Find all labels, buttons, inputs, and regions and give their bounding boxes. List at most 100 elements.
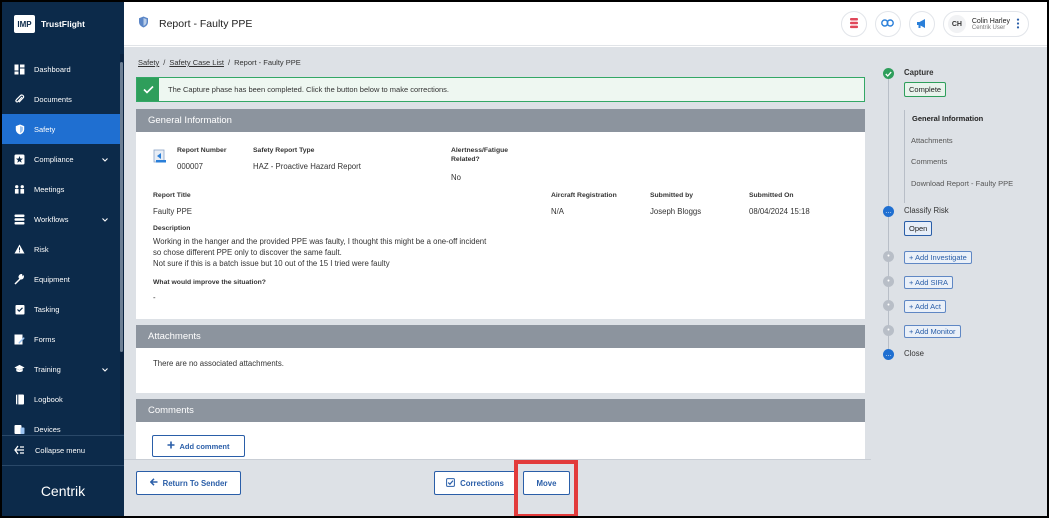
compliance-icon bbox=[14, 154, 25, 165]
step-classify-risk[interactable]: Classify Risk bbox=[904, 206, 949, 215]
reports-button[interactable] bbox=[840, 11, 867, 37]
description-value: Working in the hanger and the provided P… bbox=[153, 236, 573, 269]
improve-value: - bbox=[153, 293, 156, 302]
add-sira-button[interactable]: + Add SIRA bbox=[904, 276, 953, 289]
report-number-label: Report Number bbox=[177, 147, 227, 154]
description-line: Working in the hanger and the provided P… bbox=[153, 237, 487, 246]
sidebar-item-workflows[interactable]: Workflows bbox=[2, 204, 120, 234]
return-to-sender-button[interactable]: Return To Sender bbox=[136, 471, 241, 495]
avatar: CH bbox=[947, 15, 966, 33]
ellipsis-icon: … bbox=[883, 349, 894, 360]
shield-icon bbox=[138, 16, 149, 31]
chevron-down-icon bbox=[102, 365, 108, 374]
stack-icon bbox=[849, 17, 859, 31]
general-information-panel: General Information Report Number 000007… bbox=[136, 109, 865, 319]
announcements-button[interactable] bbox=[908, 11, 935, 37]
sidebar-scrollbar[interactable] bbox=[120, 62, 123, 352]
sidebar-item-training[interactable]: Training bbox=[2, 354, 120, 384]
stepper-line bbox=[888, 77, 889, 357]
corrections-button[interactable]: Corrections bbox=[434, 471, 516, 495]
edit-check-icon bbox=[446, 477, 456, 489]
success-alert: The Capture phase has been completed. Cl… bbox=[136, 77, 865, 102]
dashboard-icon bbox=[14, 64, 25, 75]
capture-sub-download-report[interactable]: Download Report - Faulty PPE bbox=[911, 179, 1013, 188]
brand-name: TrustFlight bbox=[41, 19, 85, 29]
check-icon bbox=[883, 68, 894, 79]
centrik-logo: Centrik bbox=[2, 465, 124, 516]
capture-sub-attachments[interactable]: Attachments bbox=[911, 136, 953, 145]
user-name: Colin Harley bbox=[971, 17, 1010, 25]
add-act-button[interactable]: + Add Act bbox=[904, 300, 946, 313]
alert-message: The Capture phase has been completed. Cl… bbox=[168, 85, 449, 94]
collapse-arrow-icon bbox=[14, 445, 25, 457]
sidebar-item-safety[interactable]: Safety bbox=[2, 114, 120, 144]
report-content[interactable]: General Information Report Number 000007… bbox=[136, 109, 865, 467]
sidebar: IMP TrustFlight Dashboard Documents Safety… bbox=[2, 2, 124, 516]
check-icon bbox=[137, 78, 159, 101]
sidebar-item-meetings[interactable]: Meetings bbox=[2, 174, 120, 204]
sidebar-item-compliance[interactable]: Compliance bbox=[2, 144, 120, 174]
return-to-sender-label: Return To Sender bbox=[162, 478, 228, 488]
top-header: Report - Faulty PPE CH Colin Harley Cent… bbox=[124, 2, 1047, 46]
capture-sub-comments[interactable]: Comments bbox=[911, 157, 947, 166]
brand-logo: IMP bbox=[14, 15, 35, 33]
sidebar-item-tasking[interactable]: Tasking bbox=[2, 294, 120, 324]
breadcrumb: Safety / Safety Case List / Report - Fau… bbox=[138, 58, 301, 67]
add-comment-label: Add comment bbox=[179, 441, 230, 451]
sidebar-item-forms[interactable]: Forms bbox=[2, 324, 120, 354]
add-investigate-button[interactable]: + Add Investigate bbox=[904, 251, 972, 264]
alertness-label-line-1: Alertness/Fatigue bbox=[451, 147, 509, 154]
sidebar-item-label: Dashboard bbox=[34, 64, 71, 74]
sidebar-item-label: Meetings bbox=[34, 184, 65, 194]
breadcrumb-safety-case-list[interactable]: Safety Case List bbox=[169, 58, 224, 67]
devices-icon bbox=[14, 424, 25, 435]
action-footer: Return To Sender Corrections Move bbox=[124, 459, 871, 516]
workflows-icon bbox=[14, 214, 25, 225]
sidebar-item-dashboard[interactable]: Dashboard bbox=[2, 54, 120, 84]
step-close[interactable]: Close bbox=[904, 349, 924, 358]
user-role: Centrik User bbox=[971, 24, 1006, 31]
alertness-value: No bbox=[451, 173, 461, 182]
stepper-subline bbox=[904, 110, 905, 203]
forms-icon bbox=[14, 334, 25, 345]
sidebar-item-documents[interactable]: Documents bbox=[2, 84, 120, 114]
sidebar-item-label: Devices bbox=[34, 424, 61, 434]
link-button[interactable] bbox=[874, 11, 901, 37]
breadcrumb-current: Report - Faulty PPE bbox=[234, 58, 301, 67]
sidebar-item-risk[interactable]: Risk bbox=[2, 234, 120, 264]
sidebar-nav: Dashboard Documents Safety Compliance Meetin… bbox=[2, 54, 120, 444]
add-comment-button[interactable]: Add comment bbox=[152, 435, 245, 457]
book-icon bbox=[14, 394, 25, 405]
improve-label: What would improve the situation? bbox=[153, 279, 266, 286]
capture-status-badge: Complete bbox=[904, 82, 947, 97]
centrik-logo-text: Centrik bbox=[40, 483, 86, 499]
step-capture[interactable]: Capture bbox=[904, 68, 933, 77]
sidebar-item-label: Safety bbox=[34, 124, 56, 134]
pending-dot-icon: • bbox=[883, 276, 894, 287]
plus-icon bbox=[167, 441, 175, 451]
brand[interactable]: IMP TrustFlight bbox=[2, 2, 124, 46]
sidebar-item-label: Risk bbox=[34, 244, 49, 254]
comments-heading: Comments bbox=[136, 399, 865, 422]
classify-status-badge: Open bbox=[904, 221, 933, 236]
sidebar-item-equipment[interactable]: Equipment bbox=[2, 264, 120, 294]
sidebar-item-logbook[interactable]: Logbook bbox=[2, 384, 120, 414]
header-actions: CH Colin Harley Centrik User bbox=[840, 11, 1029, 37]
tasking-icon bbox=[14, 304, 25, 315]
collapse-menu-button[interactable]: Collapse menu bbox=[2, 435, 124, 465]
more-vertical-icon[interactable] bbox=[1016, 18, 1020, 31]
warning-icon bbox=[14, 244, 25, 255]
user-menu[interactable]: CH Colin Harley Centrik User bbox=[942, 11, 1029, 37]
no-attachments-text: There are no associated attachments. bbox=[153, 359, 284, 368]
pending-dot-icon: • bbox=[883, 325, 894, 336]
megaphone-icon bbox=[916, 18, 928, 31]
description-line: Not sure if this is a batch issue but 10… bbox=[153, 259, 390, 268]
breadcrumb-safety[interactable]: Safety bbox=[138, 58, 159, 67]
breadcrumb-separator: / bbox=[163, 58, 166, 67]
meetings-icon bbox=[14, 184, 25, 195]
capture-sub-general-information[interactable]: General Information bbox=[912, 114, 983, 123]
chevron-down-icon bbox=[102, 215, 108, 224]
graduation-cap-icon bbox=[14, 364, 25, 375]
alertness-label: Alertness/Fatigue Related? bbox=[451, 147, 508, 163]
add-monitor-button[interactable]: + Add Monitor bbox=[904, 325, 961, 338]
